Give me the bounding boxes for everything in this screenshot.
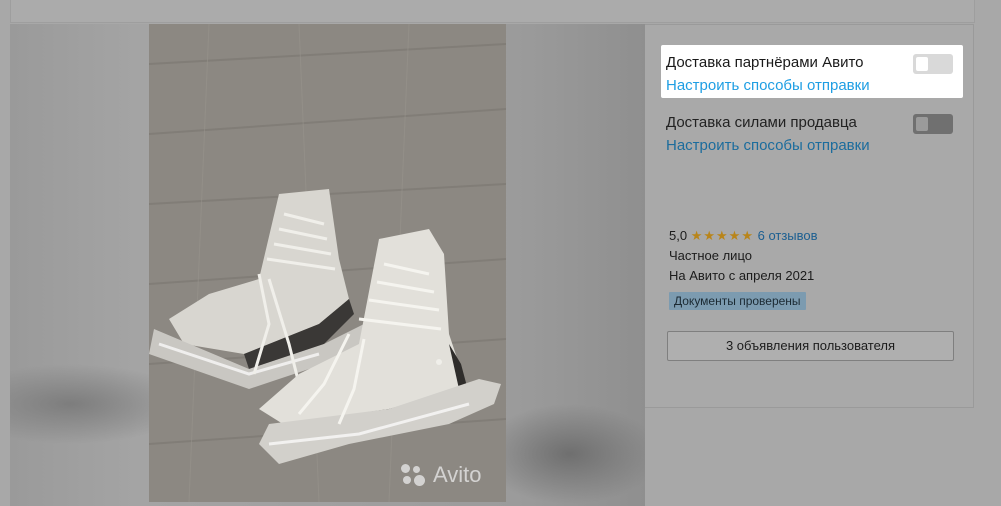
avito-logo-icon <box>401 464 427 486</box>
rating-stars-icon: ★★★★★ <box>690 228 754 243</box>
seller-rating: 5,0 ★★★★★ 6 отзывов <box>669 228 818 244</box>
delivery-seller-title: Доставка силами продавца <box>666 114 857 131</box>
delivery-partners-settings-link[interactable]: Настроить способы отправки <box>666 77 870 94</box>
user-ads-button[interactable]: 3 объявления пользователя <box>667 331 954 361</box>
delivery-partners-toggle[interactable] <box>913 54 953 74</box>
delivery-partners-title: Доставка партнёрами Авито <box>666 54 864 71</box>
seller-since: На Авито с апреля 2021 <box>669 268 815 283</box>
rating-value: 5,0 <box>669 228 688 243</box>
toggle-knob <box>916 117 928 131</box>
documents-verified-badge: Документы проверены <box>669 292 806 310</box>
delivery-seller-toggle[interactable] <box>913 114 953 134</box>
watermark-text: Avito <box>433 462 482 487</box>
toggle-knob <box>916 57 928 71</box>
reviews-link[interactable]: 6 отзывов <box>758 228 818 243</box>
delivery-seller-option: Доставка силами продавца Настроить спосо… <box>661 105 963 155</box>
avito-watermark: Avito <box>401 462 482 488</box>
photo-gallery[interactable]: Avito <box>10 24 645 506</box>
delivery-seller-settings-link[interactable]: Настроить способы отправки <box>666 137 870 154</box>
delivery-partners-option: Доставка партнёрами Авито Настроить спос… <box>661 45 963 98</box>
seller-type: Частное лицо <box>669 248 752 263</box>
product-photo[interactable]: Avito <box>149 24 506 502</box>
top-bar <box>10 0 975 23</box>
